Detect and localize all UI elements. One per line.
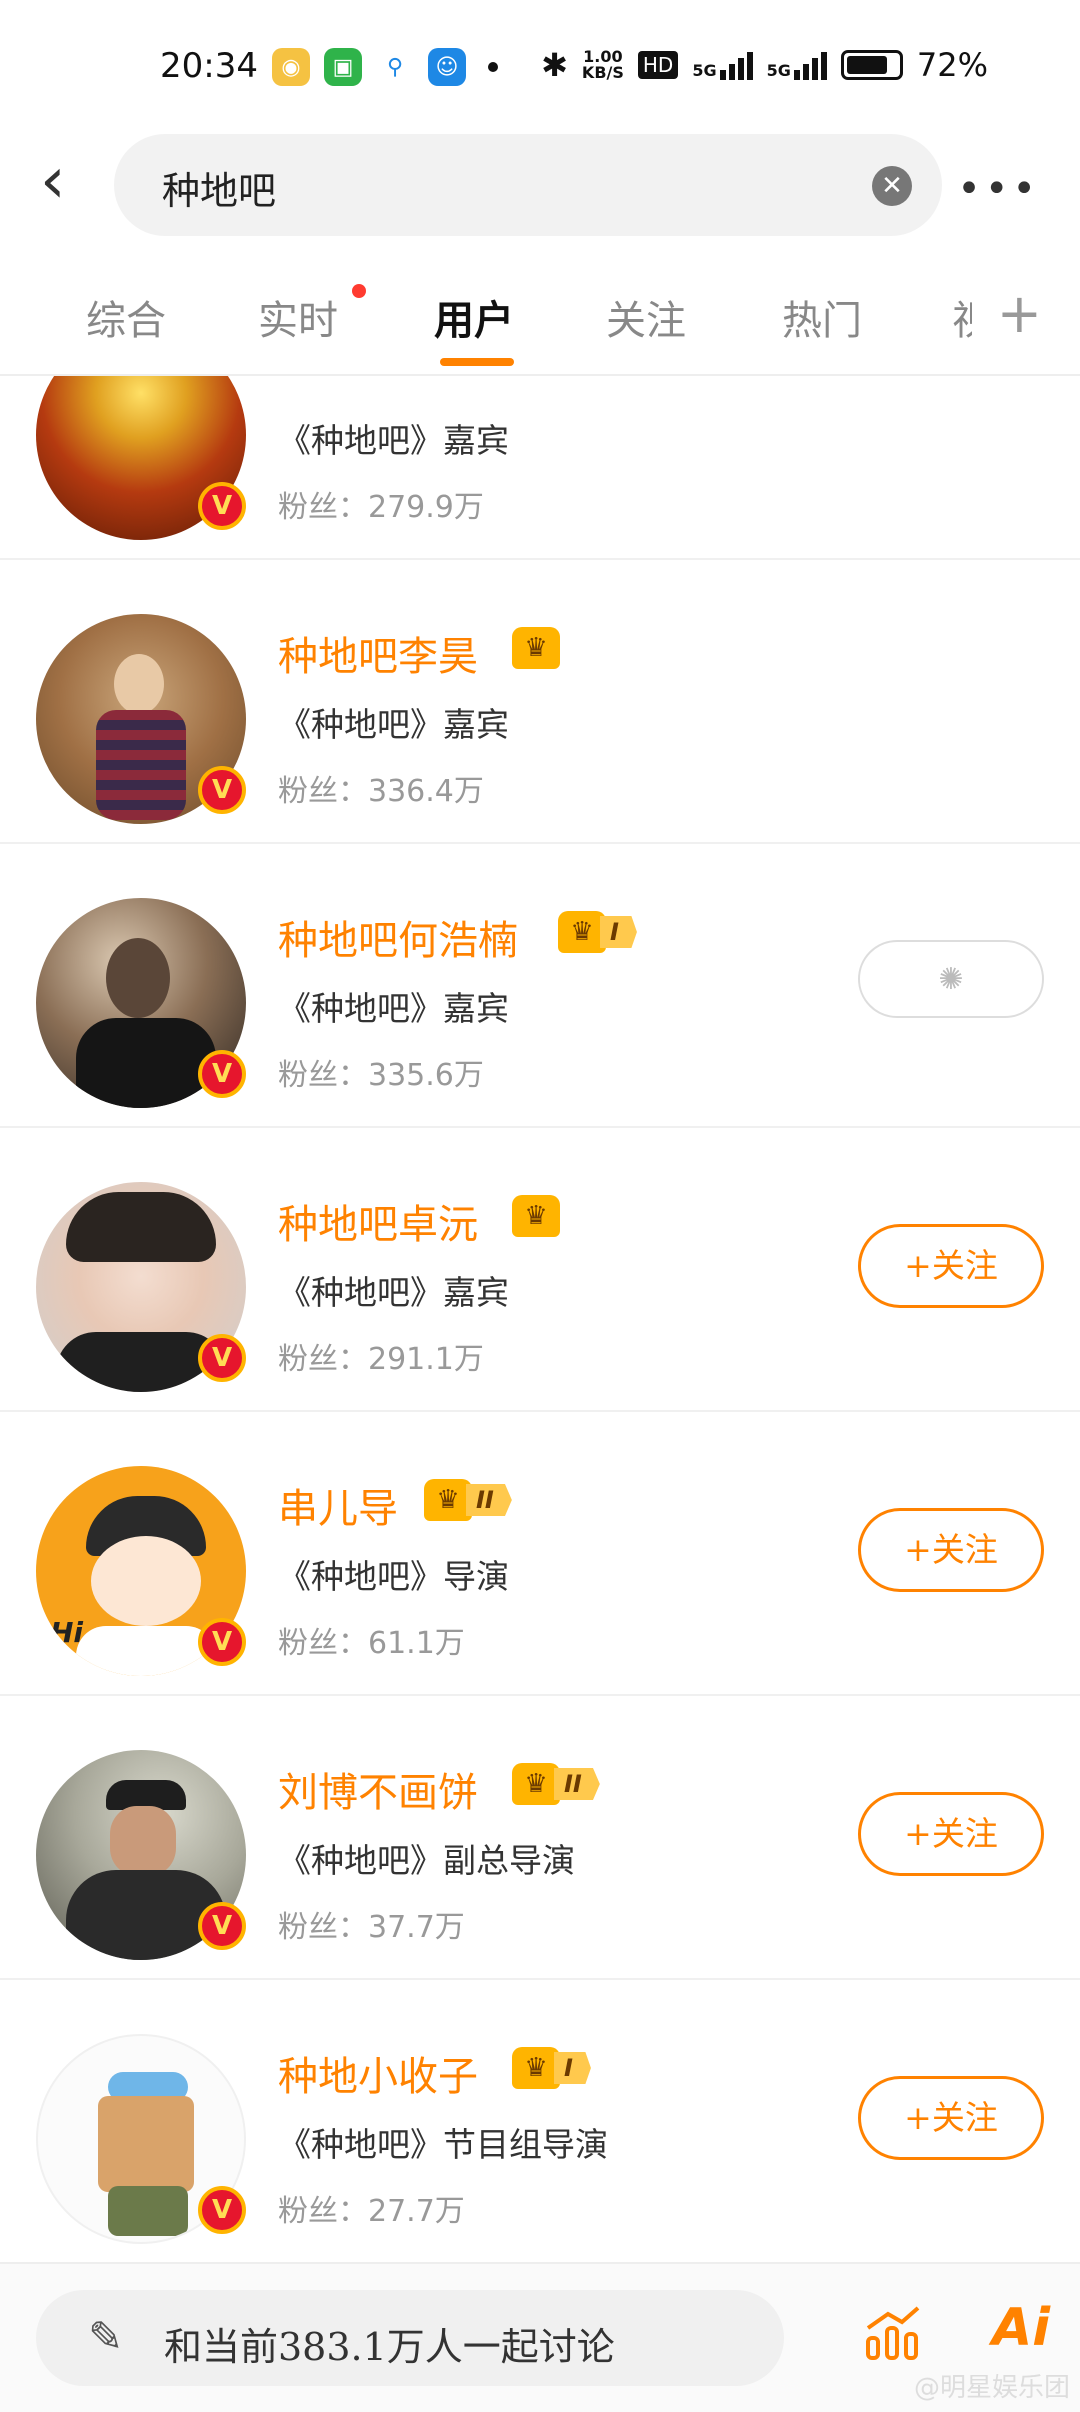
level-label: II	[466, 1484, 512, 1516]
green-app-icon: ▣	[324, 48, 362, 86]
verified-v-icon: V	[198, 1618, 246, 1666]
bottom-bar: ✎ 和当前383.1万人一起讨论 Ai @明星娱乐团	[0, 2262, 1080, 2412]
bluetooth-icon: ✱	[541, 46, 568, 84]
user-name[interactable]: 种地吧李昊	[278, 624, 478, 682]
crown-icon: ♛	[512, 1192, 560, 1240]
user-row[interactable]: V 《种地吧》嘉宾 粉丝：279.9万	[0, 376, 1080, 560]
user-fans: 粉丝：61.1万	[278, 1626, 465, 1661]
crown-level-icon: ♛ II	[424, 1476, 512, 1524]
trend-chart-icon[interactable]	[862, 2304, 922, 2364]
pencil-icon: ✎	[88, 2312, 124, 2361]
network-type-1: 5G	[692, 61, 717, 80]
user-description: 《种地吧》嘉宾	[278, 989, 509, 1028]
crown-icon: ♛	[512, 624, 560, 672]
user-result-list: V 《种地吧》嘉宾 粉丝：279.9万 V 种地吧李昊 ♛ 《种地吧》嘉宾 粉丝…	[0, 376, 1080, 2260]
discuss-text: 和当前383.1万人一起讨论	[164, 2325, 615, 2369]
tab-users[interactable]: 用户	[434, 288, 514, 346]
status-time: 20:34	[160, 46, 258, 86]
user-name[interactable]: 种地吧卓沅	[278, 1192, 478, 1250]
verified-v-icon: V	[198, 1050, 246, 1098]
search-app-icon: ⚲	[376, 48, 414, 86]
notification-icons: ◉ ▣ ⚲ ☺	[272, 48, 498, 86]
discuss-input[interactable]: ✎ 和当前383.1万人一起讨论	[36, 2290, 784, 2386]
tab-video[interactable]: 视	[952, 288, 972, 346]
back-icon[interactable]: ‹	[40, 149, 100, 214]
user-name[interactable]: 种地吧何浩楠	[278, 908, 518, 966]
add-tab-icon[interactable]: +	[997, 282, 1042, 345]
user-description: 《种地吧》副总导演	[278, 1841, 575, 1880]
search-query: 种地吧	[162, 169, 277, 213]
user-fans: 粉丝：336.4万	[278, 774, 484, 809]
active-tab-underline	[440, 358, 514, 366]
battery-icon	[840, 50, 903, 80]
user-description: 《种地吧》嘉宾	[278, 705, 509, 744]
search-header: ‹ 种地吧 ✕ •••	[0, 130, 1080, 240]
tab-following[interactable]: 关注	[606, 288, 686, 346]
user-description: 《种地吧》导演	[278, 1557, 509, 1596]
verified-v-icon: V	[198, 482, 246, 530]
watermark: @明星娱乐团	[913, 2373, 1070, 2403]
more-notifications-dot	[488, 62, 498, 72]
user-fans: 粉丝：335.6万	[278, 1058, 484, 1093]
verified-v-icon: V	[198, 766, 246, 814]
user-description: 《种地吧》嘉宾	[278, 1273, 509, 1312]
clear-icon[interactable]: ✕	[872, 166, 912, 206]
user-description: 《种地吧》嘉宾	[278, 421, 509, 460]
tab-comprehensive[interactable]: 综合	[86, 288, 166, 346]
user-name[interactable]: 刘博不画饼	[278, 1760, 478, 1818]
net-speed-unit: KB/S	[581, 63, 624, 82]
net-speed: 1.00 KB/S	[582, 49, 624, 81]
system-indicators: ✱ 1.00 KB/S HD 5G 5G 72%	[541, 46, 988, 84]
verified-v-icon: V	[198, 2186, 246, 2234]
follow-button[interactable]: +关注	[858, 1224, 1044, 1308]
level-label: I	[554, 2052, 591, 2084]
verified-v-icon: V	[198, 1902, 246, 1950]
tab-hot[interactable]: 热门	[782, 288, 862, 346]
network-type-2: 5G	[766, 61, 791, 80]
user-row[interactable]: V 种地吧何浩楠 ♛ I 《种地吧》嘉宾 粉丝：335.6万 ✺	[0, 844, 1080, 1128]
tab-bar: 综合 实时 用户 关注 热门 视 +	[0, 270, 1080, 376]
loading-spinner-icon: ✺	[858, 940, 1044, 1018]
user-row[interactable]: Hi V 串儿导 ♛ II 《种地吧》导演 粉丝：61.1万 +关注	[0, 1412, 1080, 1696]
user-fans: 粉丝：291.1万	[278, 1342, 484, 1377]
blue-app-icon: ☺	[428, 48, 466, 86]
follow-button[interactable]: +关注	[858, 1508, 1044, 1592]
verified-v-icon: V	[198, 1334, 246, 1382]
signal-1: 5G	[692, 50, 753, 80]
hd-icon: HD	[637, 51, 679, 79]
user-fans: 粉丝：279.9万	[278, 490, 484, 525]
user-fans: 粉丝：27.7万	[278, 2194, 465, 2229]
signal-2: 5G	[767, 50, 827, 80]
user-description: 《种地吧》节目组导演	[278, 2125, 608, 2164]
new-indicator-dot	[352, 284, 366, 298]
user-row[interactable]: V 种地吧卓沅 ♛ 《种地吧》嘉宾 粉丝：291.1万 +关注	[0, 1128, 1080, 1412]
signal-bars-icon	[719, 50, 753, 80]
tab-realtime[interactable]: 实时	[258, 288, 338, 346]
follow-button[interactable]: +关注	[858, 2076, 1044, 2160]
user-row[interactable]: V 刘博不画饼 ♛ II 《种地吧》副总导演 粉丝：37.7万 +关注	[0, 1696, 1080, 1980]
level-label: II	[554, 1768, 600, 1800]
ai-icon[interactable]: Ai	[992, 2298, 1050, 2358]
battery-percent: 72%	[916, 46, 988, 84]
crown-level-icon: ♛ I	[558, 908, 637, 956]
search-input[interactable]: 种地吧 ✕	[114, 134, 942, 236]
user-row[interactable]: V 种地小收子 ♛ I 《种地吧》节目组导演 粉丝：27.7万 +关注	[0, 1980, 1080, 2260]
user-row[interactable]: V 种地吧李昊 ♛ 《种地吧》嘉宾 粉丝：336.4万	[0, 560, 1080, 844]
user-name[interactable]: 种地小收子	[278, 2044, 478, 2102]
user-fans: 粉丝：37.7万	[278, 1910, 465, 1945]
more-icon[interactable]: •••	[957, 166, 1040, 212]
status-bar: 20:34 ◉ ▣ ⚲ ☺ ✱ 1.00 KB/S HD 5G 5G 72%	[0, 0, 1080, 130]
level-label: I	[600, 916, 637, 948]
signal-bars-icon	[793, 50, 827, 80]
weibo-app-icon: ◉	[272, 48, 310, 86]
follow-button[interactable]: +关注	[858, 1792, 1044, 1876]
crown-level-icon: ♛ I	[512, 2044, 591, 2092]
user-name[interactable]: 串儿导	[278, 1476, 398, 1534]
crown-level-icon: ♛ II	[512, 1760, 600, 1808]
